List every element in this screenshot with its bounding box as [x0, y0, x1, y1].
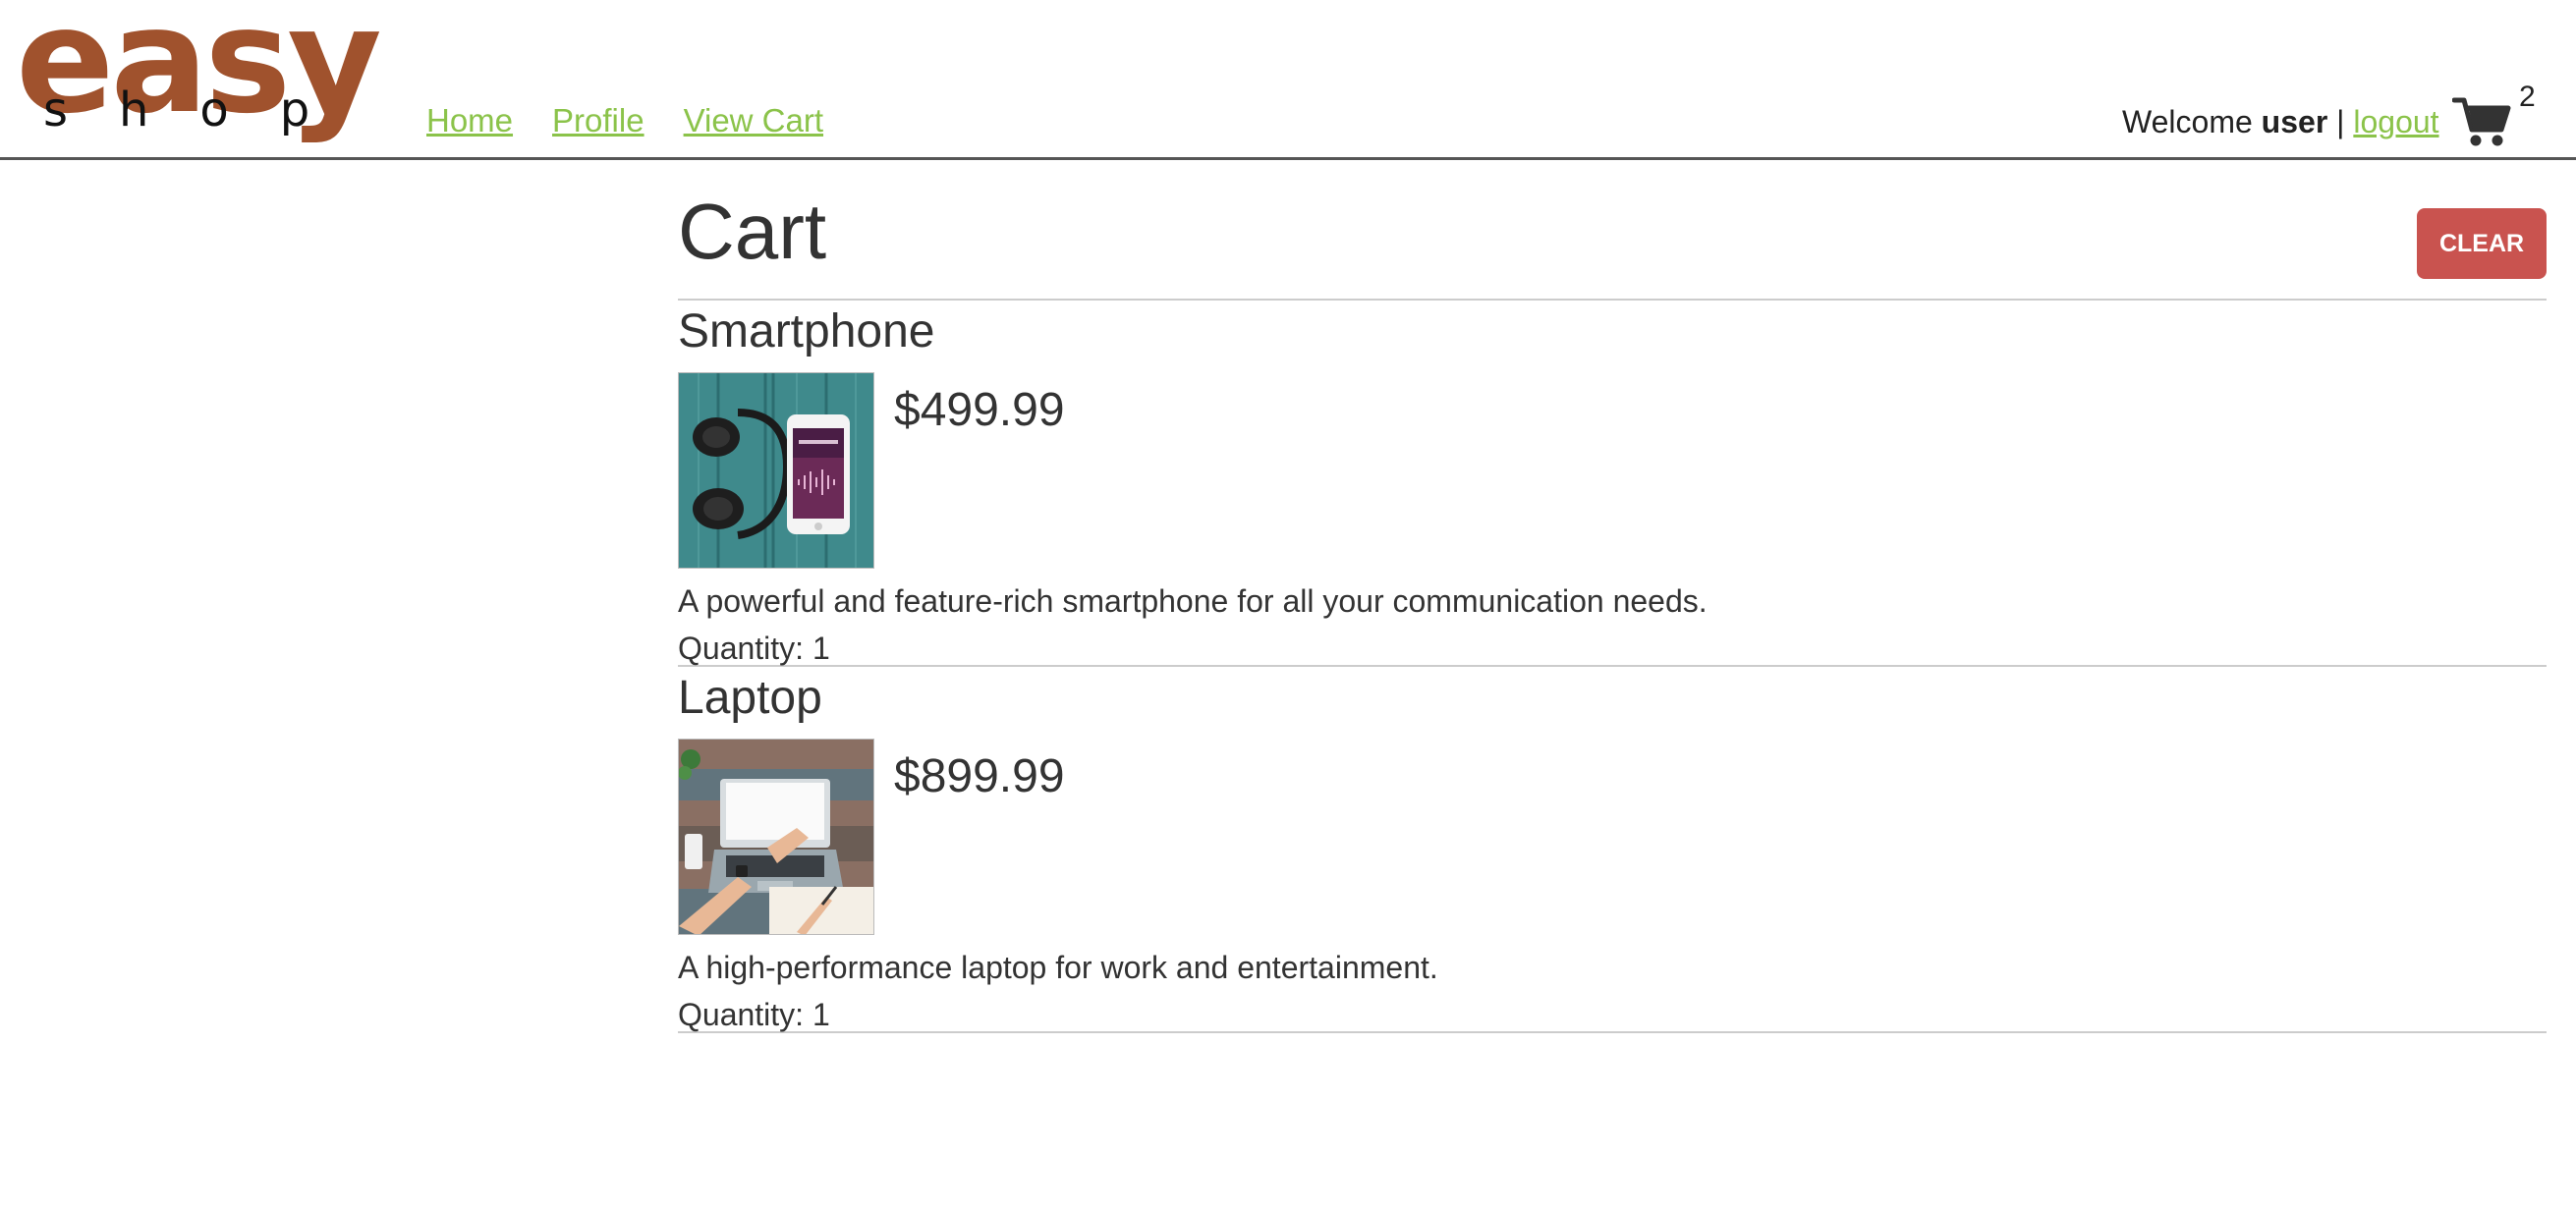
item-image-laptop	[678, 739, 874, 935]
nav-link-view-cart[interactable]: View Cart	[684, 104, 823, 137]
brand-logo-shop: shop	[43, 82, 362, 138]
cart-page: Cart Clear Smartphone	[678, 192, 2547, 1033]
logout-link[interactable]: logout	[2353, 104, 2438, 139]
item-image-smartphone	[678, 372, 874, 569]
cart-count-badge: 2	[2519, 81, 2536, 113]
item-description: A powerful and feature-rich smartphone f…	[678, 583, 1708, 619]
site-header: easy shop Home Profile View Cart Welcome…	[0, 0, 2576, 160]
username: user	[2261, 104, 2328, 139]
item-quantity: Quantity: 1	[678, 631, 830, 666]
user-area: Welcome user | logout	[2122, 106, 2439, 138]
page-title: Cart	[678, 188, 827, 275]
item-name: Laptop	[678, 672, 822, 724]
item-name: Smartphone	[678, 305, 935, 358]
nav-link-profile[interactable]: Profile	[552, 104, 644, 137]
brand-logo[interactable]: easy shop	[16, 0, 389, 155]
cart-item: Smartphone $499.99 A powerful and featur…	[678, 301, 2547, 667]
item-price: $499.99	[894, 384, 1065, 436]
welcome-text: Welcome	[2122, 104, 2253, 139]
separator: |	[2336, 104, 2345, 139]
item-price: $899.99	[894, 750, 1065, 802]
shopping-cart-icon[interactable]	[2452, 96, 2511, 147]
cart-header: Cart Clear	[678, 192, 2547, 301]
clear-cart-button[interactable]: Clear	[2417, 208, 2547, 279]
main-nav: Home Profile View Cart	[426, 104, 823, 137]
cart-item: Laptop $899.99 A high-performance laptop…	[678, 667, 2547, 1033]
nav-link-home[interactable]: Home	[426, 104, 513, 137]
item-quantity: Quantity: 1	[678, 997, 830, 1032]
item-description: A high-performance laptop for work and e…	[678, 950, 1438, 985]
